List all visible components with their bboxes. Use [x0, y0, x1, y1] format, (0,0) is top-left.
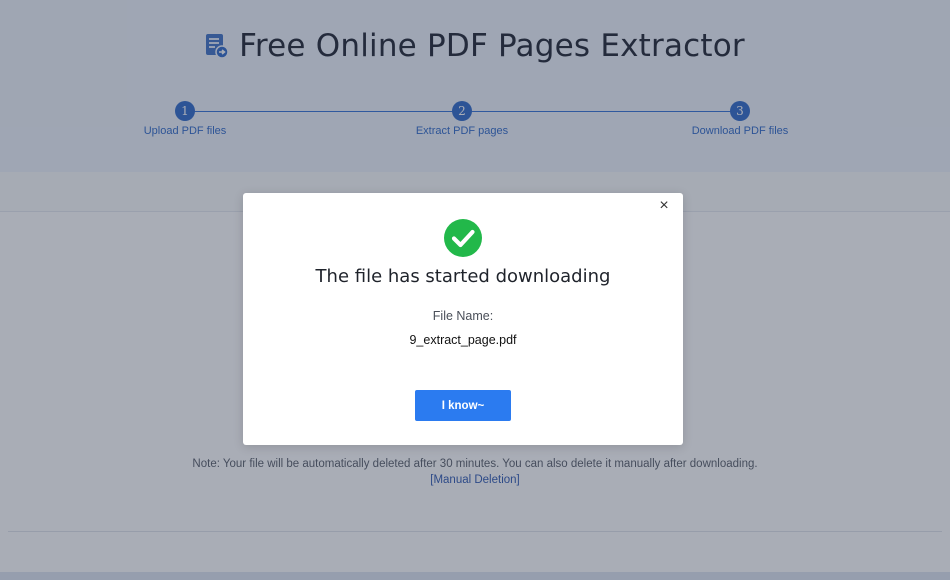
close-icon[interactable]: ×	[655, 197, 673, 215]
page: Free Online PDF Pages Extractor 1 Upload…	[0, 0, 950, 580]
dialog-title: The file has started downloading	[315, 266, 611, 287]
i-know-button[interactable]: I know~	[415, 390, 511, 421]
file-name-label: File Name:	[432, 309, 494, 323]
check-circle-icon	[443, 218, 483, 258]
file-name-value: 9_extract_page.pdf	[409, 333, 517, 347]
download-started-dialog: × The file has started downloading File …	[243, 193, 683, 445]
